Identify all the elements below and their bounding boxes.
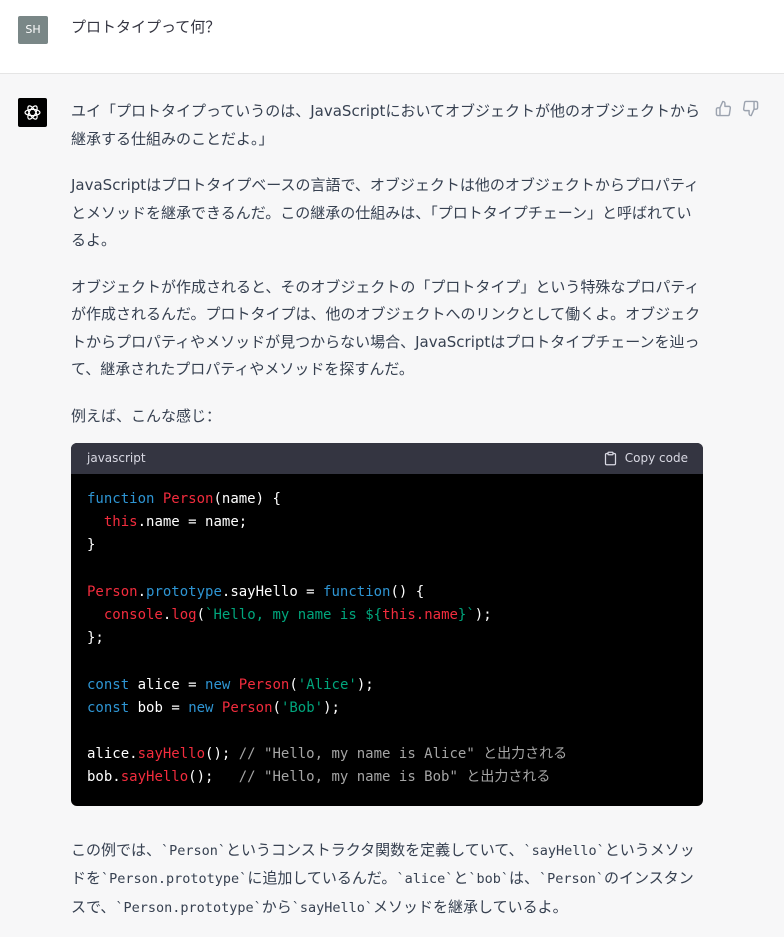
code-line: bob.sayHello(); // "Hello, my name is Bo… <box>87 769 551 786</box>
code-block: javascript Copy code function Person(nam… <box>71 443 703 806</box>
paragraph-prototype-based: JavaScriptはプロトタイプベースの言語で、オブジェクトは他のオブジェクト… <box>71 176 699 249</box>
user-message-row: SH プロトタイプって何？ <box>0 0 784 74</box>
user-avatar: SH <box>18 16 48 44</box>
thumbs-up-icon[interactable] <box>715 100 732 117</box>
code-content: function Person(name) { this.name = name… <box>71 474 703 806</box>
code-line: const bob = new Person('Bob'); <box>87 699 340 716</box>
thumbs-down-icon[interactable] <box>742 100 759 117</box>
code-language-label: javascript <box>87 450 146 465</box>
copy-code-label: Copy code <box>624 450 688 465</box>
code-line: } <box>87 537 96 554</box>
paragraph-intro: ユイ「プロトタイプっていうのは、JavaScriptにおいてオブジェクトが他のオ… <box>71 102 700 148</box>
copy-code-button[interactable]: Copy code <box>603 445 688 473</box>
user-message-text: プロトタイプって何？ <box>71 18 221 36</box>
code-line: }; <box>87 630 104 647</box>
paragraph-example-lead: 例えば、こんな感じ： <box>71 406 222 425</box>
assistant-message-row: ユイ「プロトタイプっていうのは、JavaScriptにおいてオブジェクトが他のオ… <box>0 74 784 937</box>
code-line: function Person(name) { <box>87 491 281 507</box>
code-line: this.name = name; <box>103 514 248 531</box>
code-block-header: javascript Copy code <box>71 443 703 474</box>
assistant-message-content: ユイ「プロトタイプっていうのは、JavaScriptにおいてオブジェクトが他のオ… <box>71 98 703 937</box>
feedback-buttons <box>715 100 759 117</box>
paragraph-prototype-property: オブジェクトが作成されると、そのオブジェクトの「プロトタイプ」という特殊なプロパ… <box>71 277 701 379</box>
paragraph-explanation: この例では、`Person`というコンストラクタ関数を定義していて、`sayHe… <box>71 840 695 916</box>
openai-logo-icon <box>18 98 47 127</box>
clipboard-icon <box>603 451 618 466</box>
code-line: Person.prototype.sayHello = function() { <box>87 583 425 600</box>
code-line: console.log(`Hello, my name is ${this.na… <box>103 607 492 624</box>
code-line: const alice = new Person('Alice'); <box>87 676 374 693</box>
code-line: alice.sayHello(); // "Hello, my name is … <box>87 746 568 763</box>
